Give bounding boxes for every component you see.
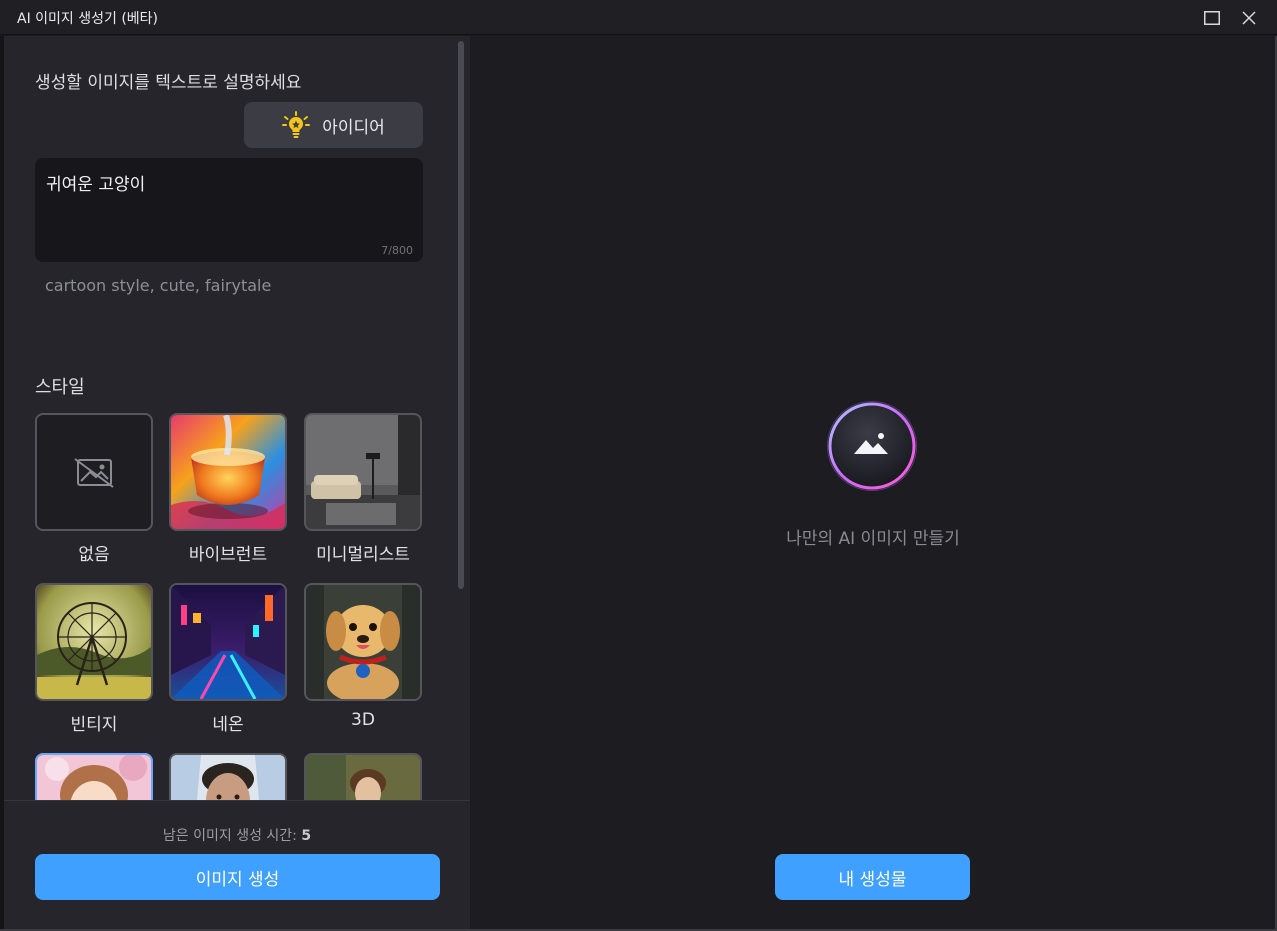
style-minimalist-thumb: [304, 413, 422, 531]
remaining-generations: 남은 이미지 생성 시간: 5: [4, 825, 470, 845]
anime-sample-image: [37, 755, 151, 801]
preview-panel: 나만의 AI 이미지 만들기 내 생성물: [471, 36, 1275, 929]
3d-sample-image: [306, 585, 420, 699]
style-option-7-thumb: [35, 753, 153, 801]
close-button[interactable]: [1237, 6, 1261, 30]
style-none-label: 없음: [78, 545, 110, 565]
image-placeholder-icon: [74, 458, 114, 488]
panel-footer: 남은 이미지 생성 시간: 5 이미지 생성: [4, 800, 470, 929]
idea-button[interactable]: 아이디어: [244, 102, 423, 148]
style-3d-label: 3D: [351, 710, 375, 730]
style-vibrant-label: 바이브런트: [188, 545, 268, 565]
prompt-suggestion[interactable]: cartoon style, cute, fairytale: [45, 276, 271, 295]
style-option-7[interactable]: [35, 753, 153, 801]
preview-placeholder-text: 나만의 AI 이미지 만들기: [786, 529, 960, 549]
minimalist-sample-image: [306, 415, 420, 529]
close-icon: [1242, 11, 1256, 25]
vintage-sample-image: [37, 585, 151, 699]
style-vibrant[interactable]: 바이브런트: [169, 413, 287, 565]
vibrant-sample-image: [171, 415, 285, 529]
remaining-label: 남은 이미지 생성 시간:: [162, 828, 297, 844]
character-count: 7/800: [381, 244, 413, 257]
maximize-button[interactable]: [1200, 6, 1224, 30]
prompt-label: 생성할 이미지를 텍스트로 설명하세요: [35, 73, 302, 93]
style-minimalist[interactable]: 미니멀리스트: [304, 413, 422, 565]
style-option-8[interactable]: [169, 753, 287, 801]
style-option-9-thumb: [304, 753, 422, 801]
idea-button-label: 아이디어: [322, 117, 385, 138]
style-neon-label: 네온: [212, 715, 244, 735]
prompt-input-value: 귀여운 고양이: [46, 175, 146, 195]
style-vintage-label: 빈티지: [70, 715, 118, 735]
maximize-icon: [1204, 11, 1220, 25]
settings-panel: 생성할 이미지를 텍스트로 설명하세요 아이디어 귀여운 고양이 7/800 c…: [4, 36, 470, 929]
style-3d-thumb: [304, 583, 422, 701]
style-none-thumb: [35, 413, 153, 531]
remaining-count: 5: [301, 828, 312, 844]
title-bar: AI 이미지 생성기 (베타): [0, 0, 1277, 35]
style-vintage[interactable]: 빈티지: [35, 583, 153, 735]
prompt-input[interactable]: 귀여운 고양이 7/800: [35, 158, 423, 262]
style-vintage-thumb: [35, 583, 153, 701]
style-neon[interactable]: 네온: [169, 583, 287, 735]
style-grid: 없음 바이브런트 미니멀리스트 빈티지 네온 3D: [35, 413, 423, 801]
lightbulb-icon: [282, 111, 311, 138]
panel-scrollbar[interactable]: [458, 41, 464, 589]
style-3d[interactable]: 3D: [304, 583, 422, 730]
ai-image-orb-icon: [826, 400, 918, 492]
neon-sample-image: [171, 585, 285, 699]
generate-image-button[interactable]: 이미지 생성: [35, 854, 440, 900]
style-vibrant-thumb: [169, 413, 287, 531]
style-option-9[interactable]: [304, 753, 422, 801]
style-option-8-thumb: [169, 753, 287, 801]
oil-painting-sample-image: [306, 755, 420, 801]
portrait-sample-image: [171, 755, 285, 801]
style-label: 스타일: [35, 377, 85, 398]
style-neon-thumb: [169, 583, 287, 701]
style-none[interactable]: 없음: [35, 413, 153, 565]
style-minimalist-label: 미니멀리스트: [316, 545, 410, 565]
my-creations-button[interactable]: 내 생성물: [775, 854, 970, 900]
window-title: AI 이미지 생성기 (베타): [17, 11, 159, 27]
